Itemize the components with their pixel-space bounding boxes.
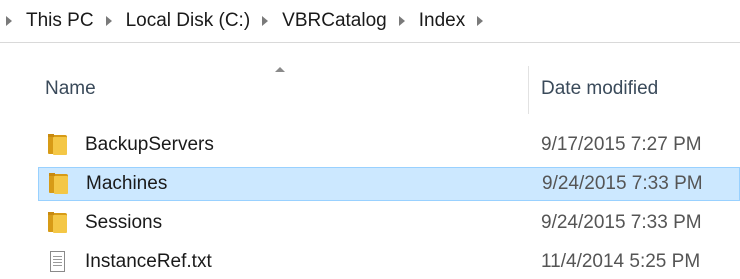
chevron-right-icon[interactable] [105, 16, 112, 26]
chevron-right-icon[interactable] [477, 16, 484, 26]
file-name: Machines [86, 173, 168, 194]
breadcrumb-item-local-disk[interactable]: Local Disk (C:) [126, 10, 251, 32]
folder-icon [47, 212, 69, 234]
folder-icon [47, 134, 69, 156]
file-date-modified: 9/24/2015 7:33 PM [542, 173, 703, 194]
breadcrumb-item-this-pc[interactable]: This PC [26, 10, 94, 32]
column-header: Name Date modified [0, 42, 740, 114]
breadcrumb: This PC Local Disk (C:) VBRCatalog Index [0, 0, 740, 43]
file-name: BackupServers [85, 134, 214, 155]
file-name: Sessions [85, 212, 163, 233]
chevron-right-icon[interactable] [262, 16, 269, 26]
chevron-right-icon[interactable] [398, 16, 405, 26]
breadcrumb-item-vbrcatalog[interactable]: VBRCatalog [282, 10, 387, 32]
file-row-backupservers[interactable]: BackupServers 9/17/2015 7:27 PM [38, 128, 740, 162]
file-date-modified: 11/4/2014 5:25 PM [541, 251, 701, 272]
breadcrumb-item-index[interactable]: Index [419, 10, 465, 32]
file-row-sessions[interactable]: Sessions 9/24/2015 7:33 PM [38, 206, 740, 240]
column-header-date-modified[interactable]: Date modified [541, 78, 658, 100]
file-date-modified: 9/17/2015 7:27 PM [541, 134, 702, 155]
column-header-name[interactable]: Name [45, 78, 96, 100]
file-date-modified: 9/24/2015 7:33 PM [541, 212, 702, 233]
sort-ascending-icon [275, 67, 285, 72]
file-row-machines[interactable]: Machines 9/24/2015 7:33 PM [38, 167, 740, 201]
folder-icon [48, 173, 70, 195]
file-row-instanceref[interactable]: InstanceRef.txt 11/4/2014 5:25 PM [38, 245, 740, 279]
text-file-icon [47, 251, 69, 273]
file-name: InstanceRef.txt [85, 251, 212, 272]
column-divider[interactable] [528, 66, 529, 114]
chevron-right-icon[interactable] [6, 16, 12, 26]
